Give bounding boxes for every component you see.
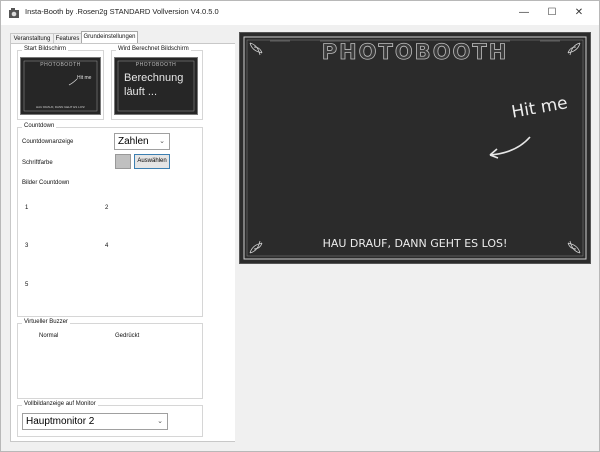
- countdown-display-select[interactable]: Zahlen ⌄: [114, 133, 170, 150]
- start-thumb-footer: HAU DRAUF, DANN GEHT ES LOS!: [36, 105, 85, 109]
- calc-screen-group: Wird Berechnet Bildschirm PHOTOBOOTH Ber…: [111, 46, 203, 120]
- buzzer-pressed-label: Gedrückt: [115, 333, 140, 339]
- font-color-swatch: [115, 154, 131, 169]
- window-title: Insta-Booth by .Rosen2g STANDARD Vollver…: [25, 7, 219, 16]
- title-bar[interactable]: Insta-Booth by .Rosen2g STANDARD Vollver…: [1, 1, 599, 25]
- select-color-button[interactable]: Auswählen: [134, 154, 170, 169]
- minimize-button[interactable]: —: [509, 1, 539, 25]
- chevron-down-icon: ⌄: [159, 138, 165, 145]
- close-button[interactable]: ✕: [564, 1, 594, 25]
- calc-screen-thumbnail[interactable]: PHOTOBOOTH Berechnung läuft ...: [114, 57, 198, 115]
- preview-header: PHOTOBOOTH: [321, 40, 509, 65]
- countdown-number-1: 1: [25, 205, 29, 211]
- preview-footer: HAU DRAUF, DANN GEHT ES LOS!: [322, 237, 508, 250]
- countdown-title: Countdown: [22, 123, 57, 129]
- start-thumb-header: PHOTOBOOTH: [40, 62, 81, 68]
- font-color-label: Schriftfarbe: [22, 160, 53, 166]
- countdown-number-5: 5: [25, 282, 29, 288]
- maximize-button[interactable]: ☐: [537, 1, 567, 25]
- app-icon: [9, 8, 19, 18]
- countdown-display-label: Countdownanzeige: [22, 139, 74, 145]
- monitor-group: Vollbildanzeige auf Monitor Hauptmonitor…: [17, 401, 203, 437]
- buzzer-title: Virtueller Buzzer: [22, 319, 70, 325]
- start-screen-title: Start Bildschirm: [22, 46, 69, 52]
- calc-thumb-header: PHOTOBOOTH: [135, 62, 177, 68]
- buzzer-normal-label: Normal: [39, 333, 59, 339]
- monitor-title: Vollbildanzeige auf Monitor: [22, 401, 98, 407]
- start-thumb-hit: Hit me: [77, 75, 92, 81]
- curved-arrow-icon: [489, 136, 531, 159]
- settings-panel: Start Bildschirm PHOTOBOOTH Hit me HAU D…: [10, 43, 237, 442]
- countdown-number-4: 4: [105, 243, 109, 249]
- calc-screen-title: Wird Berechnet Bildschirm: [116, 46, 191, 52]
- countdown-number-3: 3: [25, 243, 29, 249]
- start-screen-thumbnail[interactable]: PHOTOBOOTH Hit me HAU DRAUF, DANN GEHT E…: [20, 57, 101, 115]
- start-screen-group: Start Bildschirm PHOTOBOOTH Hit me HAU D…: [17, 46, 104, 120]
- photobooth-preview: PHOTOBOOTH Hit me HAU DRAUF, DANN GEHT E…: [239, 32, 591, 264]
- countdown-display-value: Zahlen: [118, 136, 149, 147]
- chevron-down-icon: ⌄: [157, 418, 163, 425]
- countdown-images-label: Bilder Countdown: [22, 180, 70, 186]
- calc-thumb-line2: läuft ...: [124, 86, 158, 98]
- calc-thumb-line1: Berechnung: [124, 72, 184, 84]
- buzzer-group: Virtueller Buzzer Normal Gedrückt: [17, 319, 203, 399]
- countdown-number-2: 2: [105, 205, 109, 211]
- monitor-value: Hauptmonitor 2: [26, 416, 95, 427]
- countdown-group: Countdown Countdownanzeige Zahlen ⌄ Schr…: [17, 123, 203, 317]
- monitor-select[interactable]: Hauptmonitor 2 ⌄: [22, 413, 168, 430]
